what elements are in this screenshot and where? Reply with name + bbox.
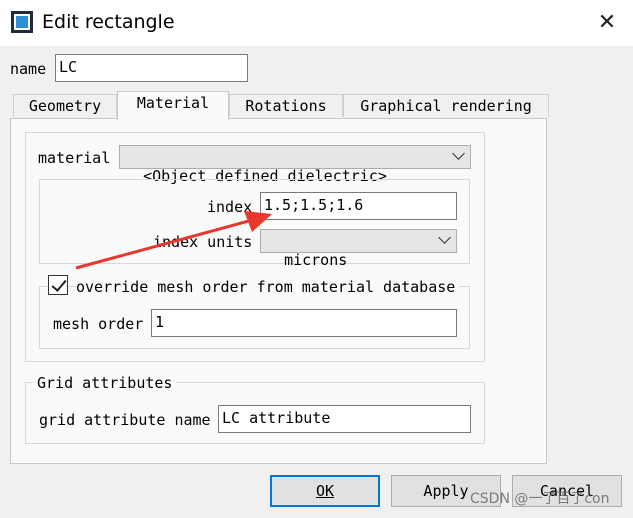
ok-button[interactable]: OK [270,475,380,507]
apply-button-label: Apply [423,482,469,500]
tab-material[interactable]: Material [117,91,229,120]
annotation-arrow [75,211,272,270]
arrow-shaft [75,216,261,270]
ok-button-label: OK [315,482,335,500]
arrow-head [244,211,272,232]
watermark: CSDN @一了百了con [470,491,610,507]
